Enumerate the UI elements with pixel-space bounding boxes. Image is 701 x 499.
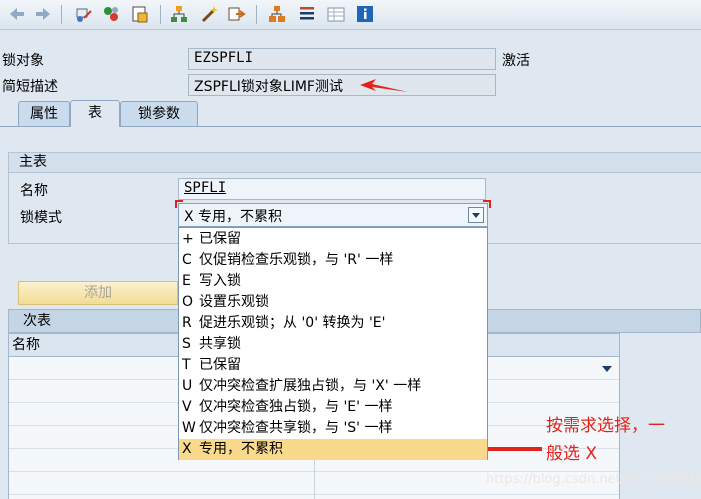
option-text: 仅促销检查乐观锁，与 'R' 一样: [199, 252, 394, 268]
option-code: T: [182, 357, 191, 373]
option-code: S: [182, 336, 191, 352]
tab-lock-parameters[interactable]: 锁参数: [120, 101, 198, 126]
option-text: 已保留: [199, 231, 241, 247]
magic-wand-icon[interactable]: [199, 4, 219, 24]
option-text: 设置乐观锁: [199, 294, 269, 310]
option-code: +: [182, 231, 194, 247]
annotation-text: 般选 X: [546, 444, 598, 464]
option-code: R: [182, 315, 192, 331]
lock-mode-option-+[interactable]: + 已保留: [179, 229, 487, 250]
lock-mode-label: 锁模式: [20, 210, 62, 226]
status-text: 激活: [502, 53, 530, 69]
toolbar-separator: [61, 5, 62, 24]
option-code: C: [182, 252, 192, 268]
primary-table-title: 主表: [9, 153, 701, 173]
option-text: 仅冲突检查独占锁，与 'E' 一样: [199, 399, 393, 415]
annotation-text: 按需求选择，一: [546, 416, 665, 436]
lock-mode-option-R[interactable]: R 促进乐观锁；从 '0' 转换为 'E': [179, 313, 487, 334]
display-change-icon[interactable]: [101, 4, 121, 24]
info-icon[interactable]: [355, 4, 375, 24]
lock-object-label: 锁对象: [2, 53, 44, 69]
option-code: V: [182, 399, 192, 415]
option-text: 仅冲突检查扩展独占锁，与 'X' 一样: [199, 378, 422, 394]
chevron-down-icon[interactable]: [468, 207, 484, 223]
watermark-text: https://blog.csdn.net/lmf496891416: [486, 472, 701, 487]
lock-mode-option-W[interactable]: W 仅冲突检查共享锁，与 'S' 一样: [179, 418, 487, 439]
hierarchy-icon[interactable]: [169, 4, 189, 24]
lock-mode-value: X 专用，不累积: [184, 209, 283, 225]
tab-tables[interactable]: 表: [70, 100, 120, 127]
lock-mode-option-T[interactable]: T 已保留: [179, 355, 487, 376]
table-name-field[interactable]: SPFLI: [178, 178, 486, 200]
activate-icon[interactable]: [130, 4, 150, 24]
lock-mode-option-U[interactable]: U 仅冲突检查扩展独占锁，与 'X' 一样: [179, 376, 487, 397]
back-arrow-icon[interactable]: [7, 4, 27, 24]
table-icon[interactable]: [326, 4, 346, 24]
option-code: X: [182, 441, 192, 457]
option-code: E: [182, 273, 191, 289]
lock-mode-select[interactable]: X 专用，不累积: [178, 203, 488, 227]
option-code: U: [182, 378, 193, 394]
option-code: W: [182, 420, 196, 436]
option-text: 已保留: [199, 357, 241, 373]
lock-mode-option-C[interactable]: C 仅促销检查乐观锁，与 'R' 一样: [179, 250, 487, 271]
lock-mode-option-X[interactable]: X 专用，不累积: [179, 439, 487, 460]
toolbar-separator: [256, 5, 257, 24]
highlight-corner: [175, 200, 183, 208]
chevron-down-icon[interactable]: [602, 366, 612, 372]
short-description-label: 简短描述: [2, 79, 58, 95]
lock-mode-option-E[interactable]: E 写入锁: [179, 271, 487, 292]
toolbar: [0, 0, 701, 30]
option-text: 促进乐观锁；从 '0' 转换为 'E': [199, 315, 386, 331]
red-annotation-arrow: [360, 79, 408, 92]
navigate-icon[interactable]: [227, 4, 247, 24]
option-text: 仅冲突检查共享锁，与 'S' 一样: [199, 420, 393, 436]
option-code: O: [182, 294, 194, 310]
lock-mode-dropdown: + 已保留 C 仅促销检查乐观锁，与 'R' 一样 E 写入锁 O 设置乐观锁 R 促进乐观锁；从…: [178, 227, 488, 460]
toolbar-separator: [160, 5, 161, 24]
lock-mode-option-V[interactable]: V 仅冲突检查独占锁，与 'E' 一样: [179, 397, 487, 418]
forward-arrow-icon[interactable]: [33, 4, 53, 24]
option-text: 写入锁: [199, 273, 241, 289]
add-button[interactable]: 添加: [18, 281, 178, 305]
option-text: 共享锁: [199, 336, 241, 352]
table-name-label: 名称: [20, 183, 48, 199]
lock-object-field[interactable]: EZSPFLI: [188, 48, 496, 70]
highlight-corner: [483, 200, 491, 208]
grid-layout-icon[interactable]: [267, 4, 287, 24]
list-icon[interactable]: [297, 4, 317, 24]
option-text: 专用，不累积: [199, 441, 283, 457]
other-object-icon[interactable]: [74, 4, 94, 24]
short-description-field[interactable]: ZSPFLI锁对象LIMF测试: [188, 74, 496, 96]
lock-mode-option-S[interactable]: S 共享锁: [179, 334, 487, 355]
tab-attributes[interactable]: 属性: [18, 101, 70, 126]
lock-mode-option-O[interactable]: O 设置乐观锁: [179, 292, 487, 313]
